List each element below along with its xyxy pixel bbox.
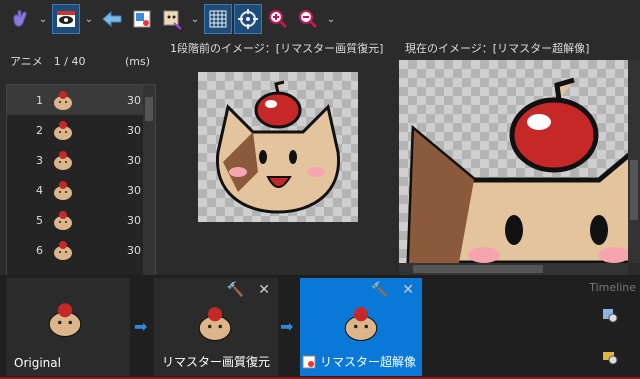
face-edit-icon [163, 10, 182, 30]
arrow-left-icon [102, 10, 122, 28]
cat-thumbnail-icon [54, 121, 72, 140]
current-image-canvas[interactable] [399, 60, 628, 263]
current-image-pane: 現在のイメージ：[リマスター超解像] [399, 38, 640, 275]
card-label: リマスター超解像 [320, 355, 417, 369]
target-icon [238, 9, 258, 29]
zoom-in-button[interactable] [264, 4, 292, 34]
current-hscroll[interactable] [399, 263, 628, 275]
cat-thumbnail-icon [54, 91, 72, 110]
zoom-out-icon [299, 10, 318, 29]
grid-icon [209, 10, 227, 28]
grid-button[interactable] [204, 4, 232, 34]
image-icon [302, 355, 316, 368]
zoom-in-icon [269, 10, 288, 29]
scrollbar-thumb[interactable] [145, 97, 153, 121]
eye-icon [57, 11, 75, 27]
hammer-icon[interactable]: 🔨 [227, 282, 244, 298]
scrollbar-thumb[interactable] [630, 160, 638, 220]
target-button[interactable] [234, 4, 262, 34]
list-item[interactable]: 1 30 [7, 85, 155, 115]
back-button[interactable] [98, 4, 126, 34]
timeline-card-original[interactable]: Original [6, 278, 130, 376]
arrow-right-icon: ➡ [280, 317, 294, 336]
chevron-down-icon[interactable]: ⌄ [188, 4, 202, 34]
arrow-right-icon: ➡ [134, 317, 148, 336]
list-item[interactable]: 2 30 [7, 115, 155, 145]
folder-clock-icon[interactable] [602, 349, 618, 365]
timeline-card-superres[interactable]: 🔨 ✕ リマスター超解像 [300, 278, 422, 376]
toolbar: ⌄ ⌄ ⌄ ⌄ [0, 0, 640, 38]
card-label: Original [14, 356, 61, 370]
hand-icon [13, 10, 27, 27]
timeline-history-icon[interactable] [602, 307, 618, 323]
timeline-label: Timeline [589, 281, 636, 294]
cat-image [215, 80, 341, 214]
cat-thumbnail-icon [54, 211, 72, 230]
anime-counter: アニメ 1 / 40 [10, 55, 86, 68]
view-toggle-button[interactable] [52, 4, 80, 34]
cat-thumbnail-icon [54, 151, 72, 170]
cat-thumbnail-icon [48, 303, 82, 338]
list-item[interactable]: 6 30 [7, 235, 155, 265]
current-vscroll[interactable] [628, 60, 640, 263]
cat-thumbnail-icon [54, 181, 72, 200]
scrollbar-thumb[interactable] [413, 265, 543, 273]
cat-thumbnail-icon [54, 241, 72, 260]
frame-list-panel: アニメ 1 / 40 (ms) 1 30 2 30 3 30 4 30 5 30 6 30 [0, 38, 160, 312]
previous-image-canvas[interactable] [198, 72, 358, 222]
previous-image-pane: 1段階前のイメージ：[リマスター画質復元] [164, 38, 397, 275]
close-icon[interactable]: ✕ [258, 282, 270, 298]
unit-label: (ms) [124, 54, 150, 68]
hand-tool-button[interactable] [6, 4, 34, 34]
list-item[interactable]: 4 30 [7, 175, 155, 205]
timeline-card-restore[interactable]: 🔨 ✕ リマスター画質復元 [154, 278, 278, 376]
card-label: リマスター画質復元 [162, 355, 271, 369]
chevron-down-icon[interactable]: ⌄ [82, 4, 96, 34]
edit-image-button[interactable] [158, 4, 186, 34]
zoom-out-button[interactable] [294, 4, 322, 34]
current-image-title: 現在のイメージ：[リマスター超解像] [405, 42, 590, 55]
hammer-icon[interactable]: 🔨 [371, 282, 388, 298]
chevron-down-icon[interactable]: ⌄ [36, 4, 50, 34]
close-icon[interactable]: ✕ [402, 282, 414, 298]
cat-zoomed-image [406, 77, 628, 263]
timeline-panel: Original ➡ 🔨 ✕ リマスター画質復元 ➡ 🔨 ✕ リマスター超解像 Ti… [0, 275, 640, 379]
cat-thumbnail-icon [344, 307, 378, 342]
list-item[interactable]: 3 30 [7, 145, 155, 175]
cat-thumbnail-icon [198, 307, 232, 342]
previous-image-title: 1段階前のイメージ：[リマスター画質復元] [170, 42, 384, 55]
chevron-down-icon[interactable]: ⌄ [324, 4, 338, 34]
list-item[interactable]: 5 30 [7, 205, 155, 235]
image-tool-button[interactable] [128, 4, 156, 34]
image-icon [133, 10, 151, 28]
